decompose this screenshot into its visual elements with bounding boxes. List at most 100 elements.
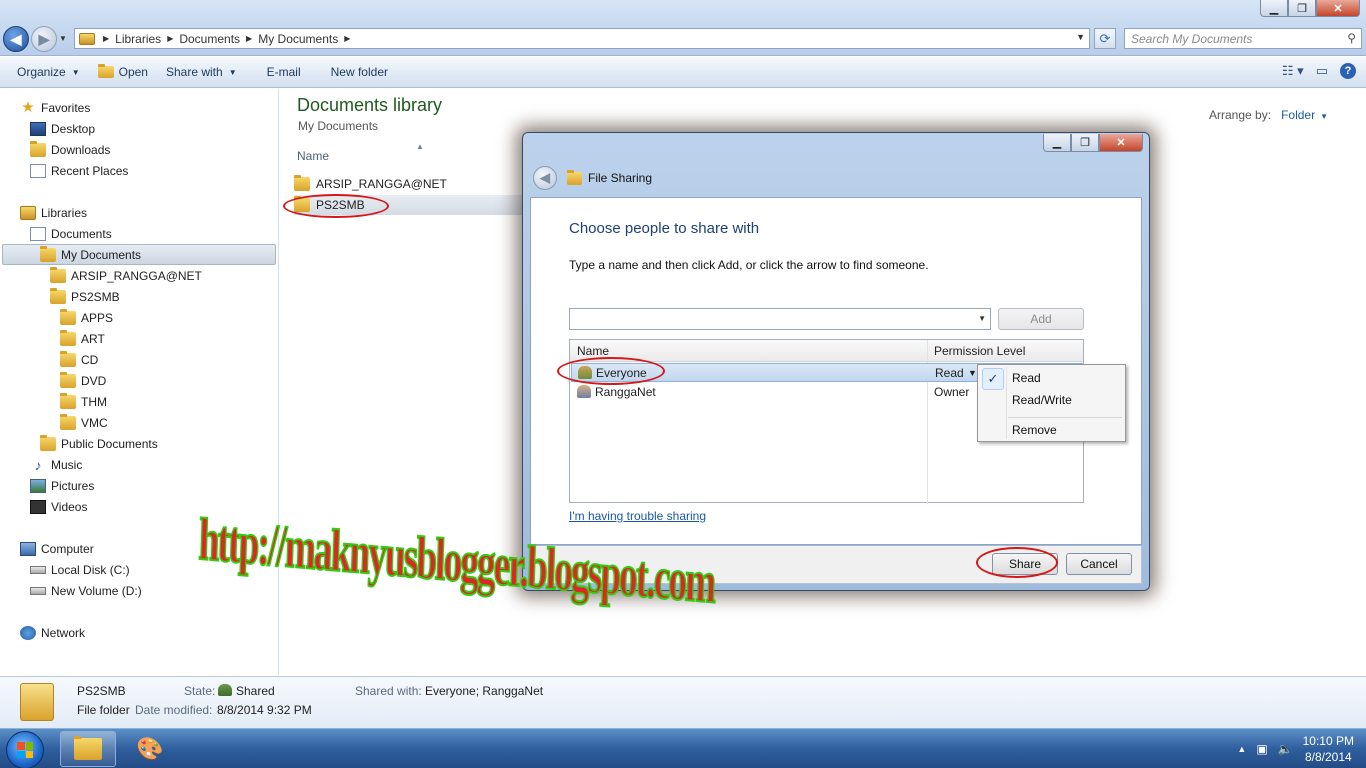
trouble-sharing-link[interactable]: I'm having trouble sharing xyxy=(569,509,706,523)
start-button[interactable] xyxy=(6,731,44,768)
recent-pages-chevron-icon[interactable]: ▼ xyxy=(59,34,67,43)
open-button[interactable]: Open xyxy=(89,60,157,84)
show-hidden-icons-icon[interactable]: ▲ xyxy=(1237,744,1246,754)
dialog-back-button[interactable]: ◀ xyxy=(533,166,557,190)
nav-label: Computer xyxy=(41,541,94,556)
library-title: Documents library xyxy=(297,95,443,115)
nav-downloads[interactable]: Downloads xyxy=(30,139,110,160)
nav-documents[interactable]: Documents xyxy=(30,223,112,244)
name-column-header[interactable]: Name xyxy=(297,149,329,163)
menu-item-remove[interactable]: Remove xyxy=(1012,423,1057,437)
dialog-close-button[interactable]: ✕ xyxy=(1099,134,1143,152)
nav-dvd[interactable]: DVD xyxy=(60,370,106,391)
nav-art[interactable]: ART xyxy=(60,328,105,349)
people-combo-box[interactable]: ▼ xyxy=(569,308,991,330)
folder-icon xyxy=(60,371,76,388)
organize-label: Organize xyxy=(17,65,66,79)
nav-music[interactable]: ♪ Music xyxy=(30,454,83,475)
breadcrumb-chevron-icon[interactable]: ▶ xyxy=(244,34,254,43)
menu-gutter xyxy=(1006,367,1007,439)
breadcrumb-my-documents[interactable]: My Documents xyxy=(254,32,342,46)
close-button[interactable]: ✕ xyxy=(1316,0,1360,17)
permission-value[interactable]: Read xyxy=(935,366,964,380)
permission-value: Owner xyxy=(934,384,970,399)
minimize-button[interactable]: ▁ xyxy=(1260,0,1288,17)
new-folder-button[interactable]: New folder xyxy=(322,60,397,84)
arrange-label: Arrange by: xyxy=(1209,108,1272,122)
change-view-icon[interactable]: ☷ ▾ xyxy=(1282,63,1304,79)
explorer-folder-icon xyxy=(74,736,102,760)
taskbar-paint-button[interactable]: 🎨 xyxy=(122,731,178,767)
details-date-label: Date modified: xyxy=(135,703,213,717)
nav-label: Network xyxy=(41,625,86,640)
nav-public-documents[interactable]: Public Documents xyxy=(40,433,158,454)
chevron-down-icon: ▼ xyxy=(71,67,80,77)
breadcrumb-chevron-icon[interactable]: ▶ xyxy=(165,34,175,43)
details-shared-value: Everyone; RanggaNet xyxy=(425,684,544,698)
music-icon: ♪ xyxy=(34,456,42,473)
network-tray-icon[interactable]: ▣ xyxy=(1256,742,1267,756)
nav-thm[interactable]: THM xyxy=(60,391,107,412)
nav-pictures[interactable]: Pictures xyxy=(30,475,94,496)
address-dropdown-icon[interactable]: ▼ xyxy=(1076,32,1085,42)
search-icon[interactable]: ⚲ xyxy=(1347,31,1356,45)
address-bar[interactable]: ▶ Libraries ▶ Documents ▶ My Documents ▶… xyxy=(74,28,1090,49)
menu-item-read-write[interactable]: Read/Write xyxy=(1012,393,1072,407)
nav-libraries[interactable]: Libraries xyxy=(20,202,87,223)
view-controls: ☷ ▾ ▭ ? xyxy=(1282,63,1356,79)
nav-new-volume[interactable]: New Volume (D:) xyxy=(30,580,142,601)
help-icon[interactable]: ? xyxy=(1340,63,1356,79)
chevron-down-icon[interactable]: ▼ xyxy=(978,314,986,323)
documents-icon xyxy=(30,226,46,241)
file-row-arsip[interactable]: ARSIP_RANGGA@NET xyxy=(294,174,534,194)
add-button[interactable]: Add xyxy=(998,308,1084,330)
nav-ps2smb[interactable]: PS2SMB xyxy=(50,286,120,307)
breadcrumb-libraries[interactable]: Libraries xyxy=(111,32,165,46)
organize-button[interactable]: Organize ▼ xyxy=(8,60,89,84)
nav-favorites[interactable]: ★ Favorites xyxy=(20,97,90,118)
share-with-button[interactable]: Share with ▼ xyxy=(157,60,246,84)
arrange-value-dropdown[interactable]: Folder xyxy=(1281,108,1315,122)
search-input[interactable]: Search My Documents ⚲ xyxy=(1124,28,1362,49)
nav-recent-places[interactable]: Recent Places xyxy=(30,160,128,181)
nav-label: ART xyxy=(81,331,105,346)
back-button[interactable]: ◀ xyxy=(3,26,29,52)
refresh-button[interactable]: ⟳ xyxy=(1094,28,1116,49)
nav-arsip[interactable]: ARSIP_RANGGA@NET xyxy=(50,265,202,286)
nav-network[interactable]: Network xyxy=(20,622,85,643)
nav-computer[interactable]: Computer xyxy=(20,538,94,559)
breadcrumb-chevron-icon[interactable]: ▶ xyxy=(101,34,111,43)
col-name-header[interactable]: Name xyxy=(577,344,609,358)
taskbar-explorer-button[interactable] xyxy=(60,731,116,767)
star-icon: ★ xyxy=(21,98,35,116)
nav-local-disk[interactable]: Local Disk (C:) xyxy=(30,559,130,580)
nav-cd[interactable]: CD xyxy=(60,349,98,370)
shared-folder-icon xyxy=(20,683,54,721)
nav-apps[interactable]: APPS xyxy=(60,307,113,328)
cancel-button[interactable]: Cancel xyxy=(1066,553,1132,575)
volume-icon[interactable]: 🔈 xyxy=(1278,742,1293,756)
breadcrumb-documents[interactable]: Documents xyxy=(175,32,244,46)
forward-button[interactable]: ▶ xyxy=(31,26,57,52)
dialog-minimize-button[interactable]: ▁ xyxy=(1043,134,1071,152)
clock-time: 10:10 PM xyxy=(1302,734,1354,748)
dialog-maximize-button[interactable]: ❐ xyxy=(1071,134,1099,152)
nav-my-documents[interactable]: My Documents xyxy=(2,244,276,265)
nav-desktop[interactable]: Desktop xyxy=(30,118,95,139)
permission-dropdown-icon[interactable]: ▼ xyxy=(968,368,977,378)
dialog-heading: Choose people to share with xyxy=(569,220,760,237)
email-label: E-mail xyxy=(266,65,301,79)
chevron-down-icon[interactable]: ▼ xyxy=(1320,112,1328,121)
menu-item-read[interactable]: Read xyxy=(1012,371,1041,385)
breadcrumb-chevron-icon[interactable]: ▶ xyxy=(342,34,352,43)
col-permission-header[interactable]: Permission Level xyxy=(934,344,1025,358)
clock[interactable]: 10:10 PM 8/8/2014 xyxy=(1303,733,1354,765)
maximize-button[interactable]: ❐ xyxy=(1288,0,1316,17)
nav-vmc[interactable]: VMC xyxy=(60,412,108,433)
email-button[interactable]: E-mail xyxy=(258,60,310,84)
nav-videos[interactable]: Videos xyxy=(30,496,87,517)
nav-label: Local Disk (C:) xyxy=(51,562,130,577)
annotation-ring-everyone xyxy=(557,357,665,385)
preview-pane-icon[interactable]: ▭ xyxy=(1316,63,1328,79)
nav-label: DVD xyxy=(81,373,107,388)
